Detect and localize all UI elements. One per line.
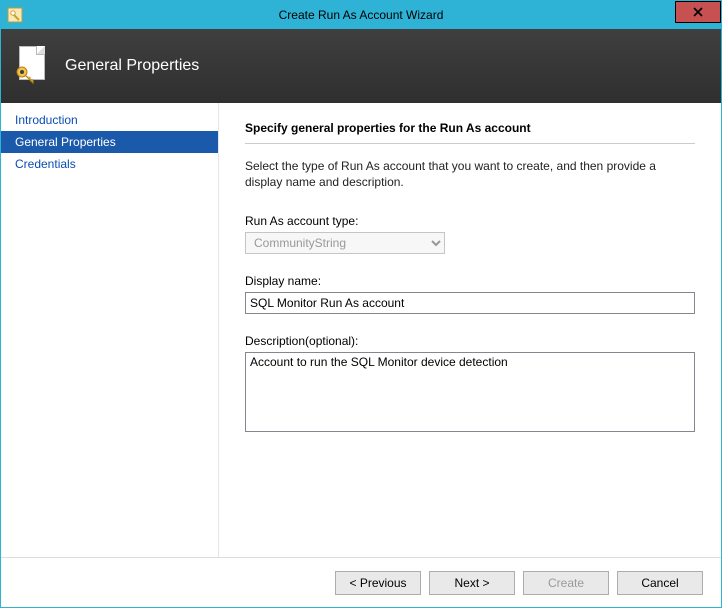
window-title: Create Run As Account Wizard [1,8,721,22]
wizard-body: Introduction General Properties Credenti… [1,103,721,557]
next-button[interactable]: Next > [429,571,515,595]
close-icon [693,7,703,17]
wizard-header: General Properties [1,29,721,103]
close-button[interactable] [675,1,721,23]
description-label: Description(optional): [245,334,695,348]
title-bar: Create Run As Account Wizard [1,1,721,29]
display-name-group: Display name: [245,274,695,314]
wizard-footer: < Previous Next > Create Cancel [1,557,721,607]
key-icon [15,64,37,86]
description-group: Description(optional): Account to run th… [245,334,695,435]
sidebar-item-introduction[interactable]: Introduction [1,109,218,131]
wizard-sidebar: Introduction General Properties Credenti… [1,103,219,557]
create-button[interactable]: Create [523,571,609,595]
wizard-content: Specify general properties for the Run A… [219,103,721,557]
account-type-select[interactable]: CommunityString [245,232,445,254]
display-name-label: Display name: [245,274,695,288]
content-heading: Specify general properties for the Run A… [245,121,695,135]
content-description: Select the type of Run As account that y… [245,158,695,190]
cancel-button[interactable]: Cancel [617,571,703,595]
account-type-group: Run As account type: CommunityString [245,214,695,254]
sidebar-item-credentials[interactable]: Credentials [1,153,218,175]
display-name-input[interactable] [245,292,695,314]
wizard-window: Create Run As Account Wizard General Pro… [0,0,722,608]
header-icon [15,46,51,86]
header-title: General Properties [65,57,199,75]
previous-button[interactable]: < Previous [335,571,421,595]
sidebar-item-general-properties[interactable]: General Properties [1,131,218,153]
description-textarea[interactable]: Account to run the SQL Monitor device de… [245,352,695,432]
account-type-label: Run As account type: [245,214,695,228]
app-icon [7,7,23,23]
divider [245,143,695,144]
